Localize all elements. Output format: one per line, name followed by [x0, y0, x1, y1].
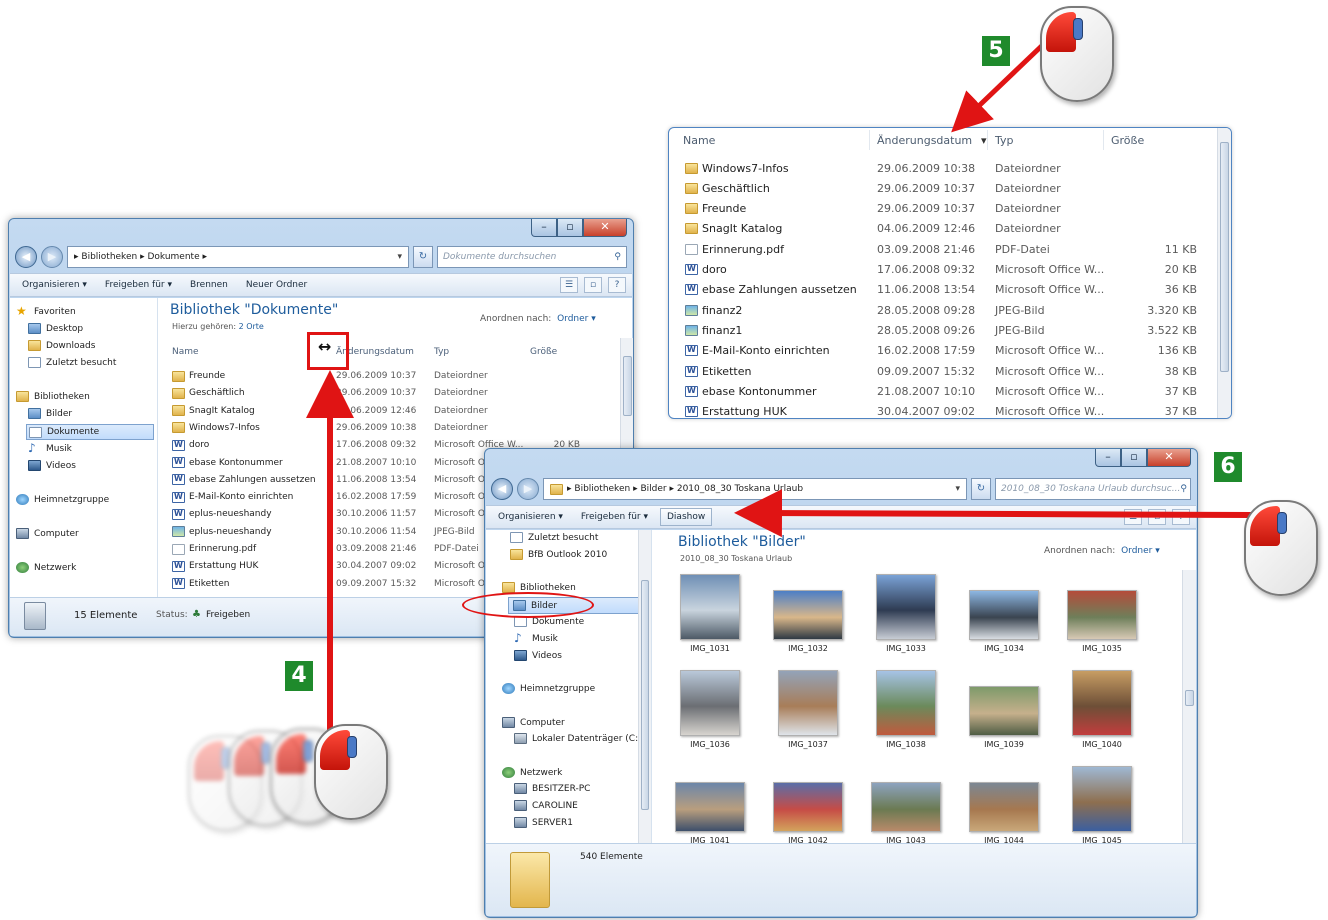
step-badge-5: 5: [982, 36, 1010, 66]
arrow-6: [734, 489, 1253, 538]
step-badge-6: 6: [1214, 452, 1242, 482]
mouse-icon: [1244, 500, 1318, 596]
step-badge-4: 4: [285, 661, 313, 691]
mouse-icon: [314, 724, 388, 820]
mouse-icon: [1040, 6, 1114, 102]
